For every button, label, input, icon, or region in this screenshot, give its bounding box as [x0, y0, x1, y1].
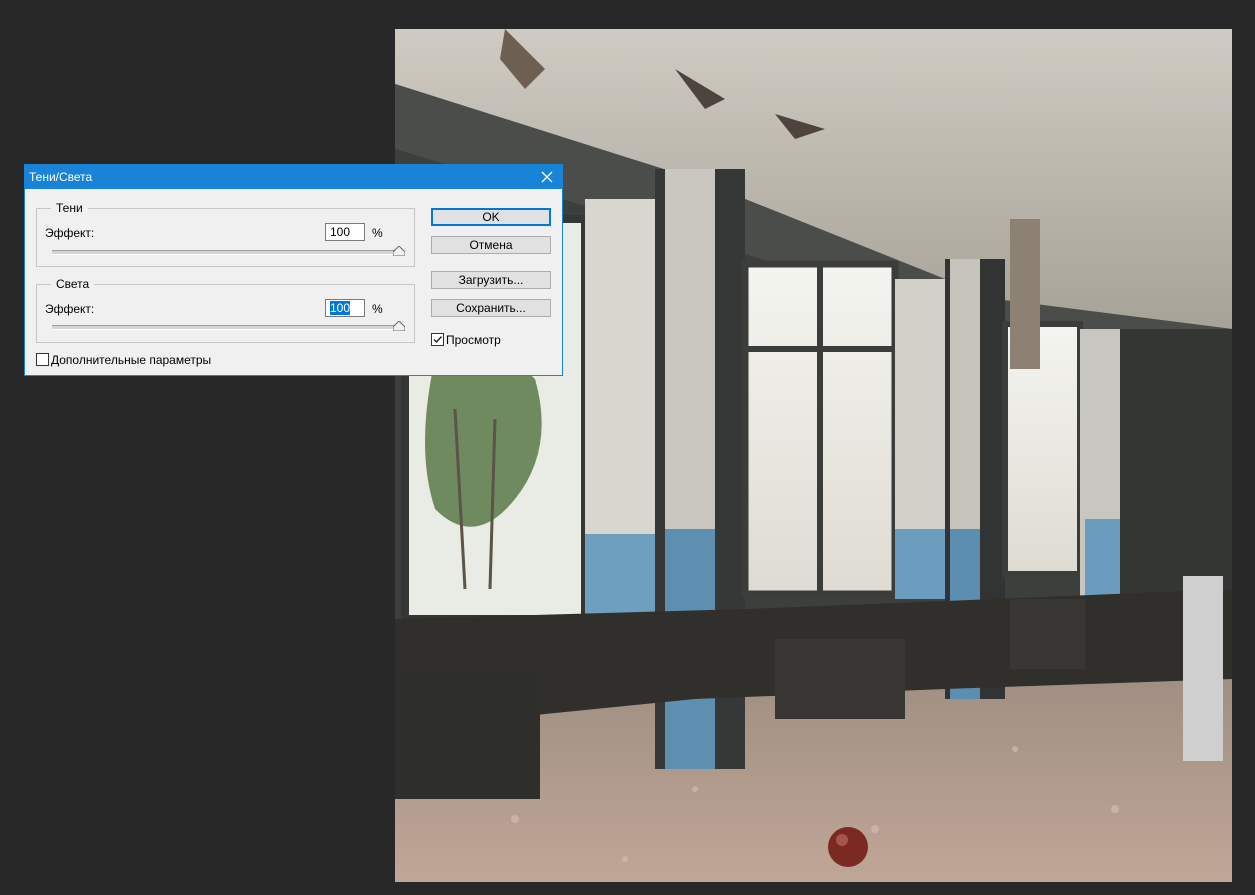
cancel-button[interactable]: Отмена: [431, 236, 551, 254]
shadows-effect-label: Эффект:: [45, 226, 95, 240]
shadows-legend: Тени: [51, 201, 88, 215]
highlights-legend: Света: [51, 277, 95, 291]
shadows-effect-value: 100: [330, 225, 351, 239]
slider-thumb-icon[interactable]: [393, 246, 405, 256]
shadows-group: Тени Эффект: 100 %: [36, 201, 415, 267]
abandoned-room-photo: [395, 29, 1232, 882]
preview-label[interactable]: Просмотр: [446, 333, 501, 347]
close-icon[interactable]: [532, 165, 562, 189]
save-button[interactable]: Сохранить...: [431, 299, 551, 317]
advanced-options-label[interactable]: Дополнительные параметры: [51, 353, 211, 367]
shadows-effect-input[interactable]: 100: [325, 223, 365, 241]
dialog-titlebar[interactable]: Тени/Света: [25, 165, 562, 189]
highlights-effect-label: Эффект:: [45, 302, 95, 316]
shadows-highlights-dialog: Тени/Света Тени Эффект: 100 % Света Эффе…: [24, 164, 563, 376]
slider-thumb-icon[interactable]: [393, 321, 405, 331]
highlights-effect-value: 100: [330, 301, 351, 315]
advanced-options-checkbox[interactable]: [36, 353, 49, 366]
highlights-effect-unit: %: [372, 302, 383, 316]
load-button[interactable]: Загрузить...: [431, 271, 551, 289]
shadows-effect-unit: %: [372, 226, 383, 240]
highlights-effect-input[interactable]: 100: [325, 299, 365, 317]
checkmark-icon: [433, 336, 443, 344]
highlights-group: Света Эффект: 100 %: [36, 277, 415, 343]
dialog-title: Тени/Света: [29, 170, 93, 184]
preview-checkbox[interactable]: [431, 333, 444, 346]
highlights-effect-slider[interactable]: [52, 325, 402, 330]
shadows-effect-slider[interactable]: [52, 250, 402, 255]
image-canvas[interactable]: [395, 29, 1232, 882]
ok-button[interactable]: OK: [431, 208, 551, 226]
